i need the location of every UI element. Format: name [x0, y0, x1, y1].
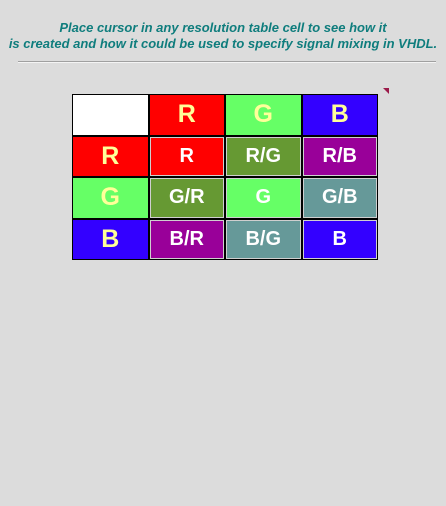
row-header-g: G	[73, 178, 148, 218]
instructions-line-2: is created and how it could be used to s…	[8, 36, 438, 51]
col-header-g: G	[226, 95, 301, 135]
horizontal-divider	[18, 61, 436, 63]
resolution-cell-b-g[interactable]: B/G	[226, 219, 301, 259]
resolution-table: R G B R R R/G R/B G G/R G G/B B B/R B/G …	[72, 94, 378, 260]
col-header-b: B	[302, 95, 377, 135]
resolution-cell-g-b[interactable]: G/B	[302, 178, 377, 218]
col-header-r: R	[149, 95, 224, 135]
instructions-line-1: Place cursor in any resolution table cel…	[59, 20, 387, 35]
resolution-cell-r-g[interactable]: R/G	[226, 136, 301, 176]
resolution-cell-b-r[interactable]: B/R	[149, 219, 224, 259]
resolution-cell-g-r[interactable]: G/R	[149, 178, 224, 218]
resolution-cell-b-b[interactable]: B	[302, 219, 377, 259]
table-corner-cell	[73, 95, 148, 135]
corner-marker-icon	[383, 88, 389, 94]
row-header-b: B	[73, 219, 148, 259]
resolution-cell-r-b[interactable]: R/B	[302, 136, 377, 176]
row-header-r: R	[73, 136, 148, 176]
resolution-cell-r-r[interactable]: R	[149, 136, 224, 176]
instructions-text: Place cursor in any resolution table cel…	[0, 20, 446, 52]
resolution-cell-g-g[interactable]: G	[226, 178, 301, 218]
